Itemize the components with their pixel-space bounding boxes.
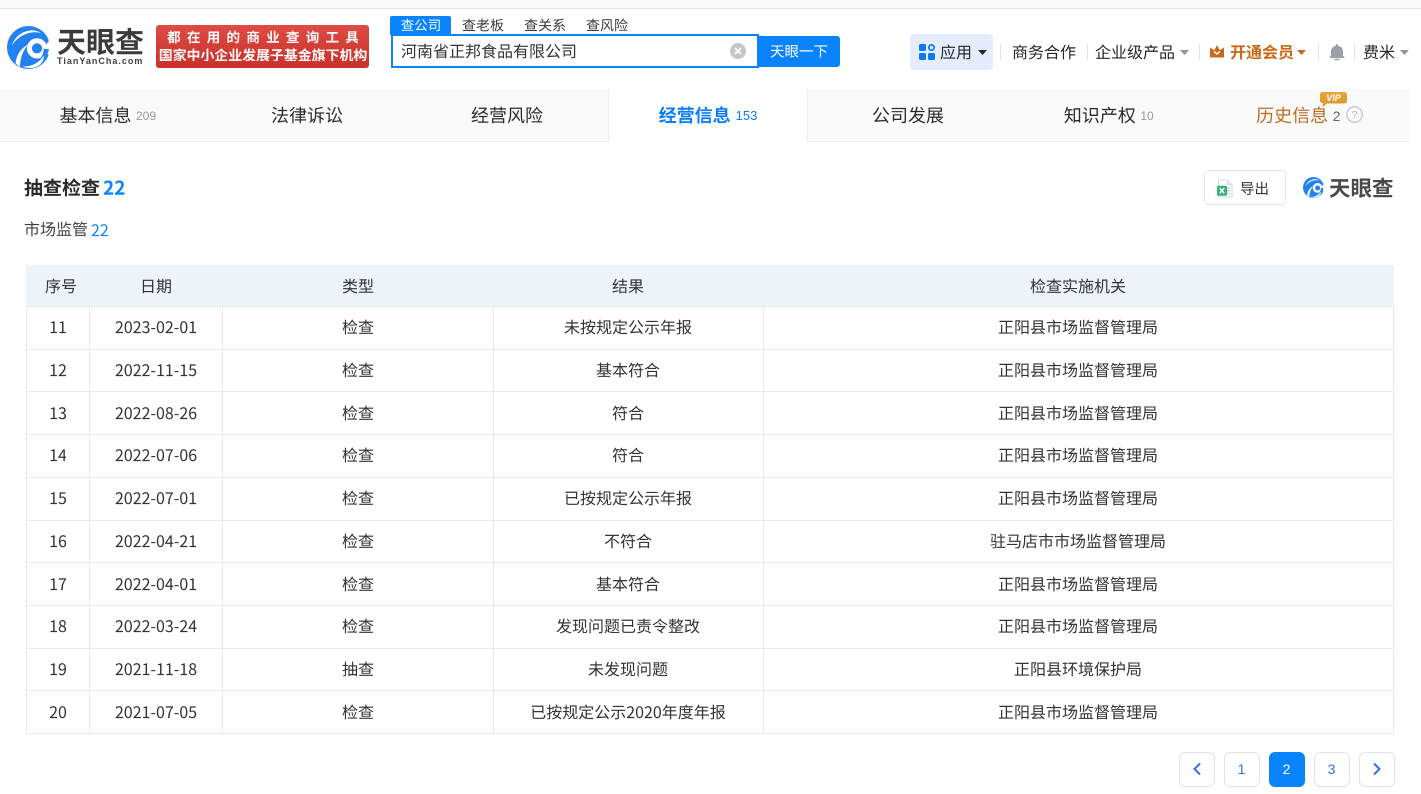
svg-text:?: ? [1352, 109, 1358, 121]
svg-text:VIP: VIP [1326, 93, 1342, 103]
